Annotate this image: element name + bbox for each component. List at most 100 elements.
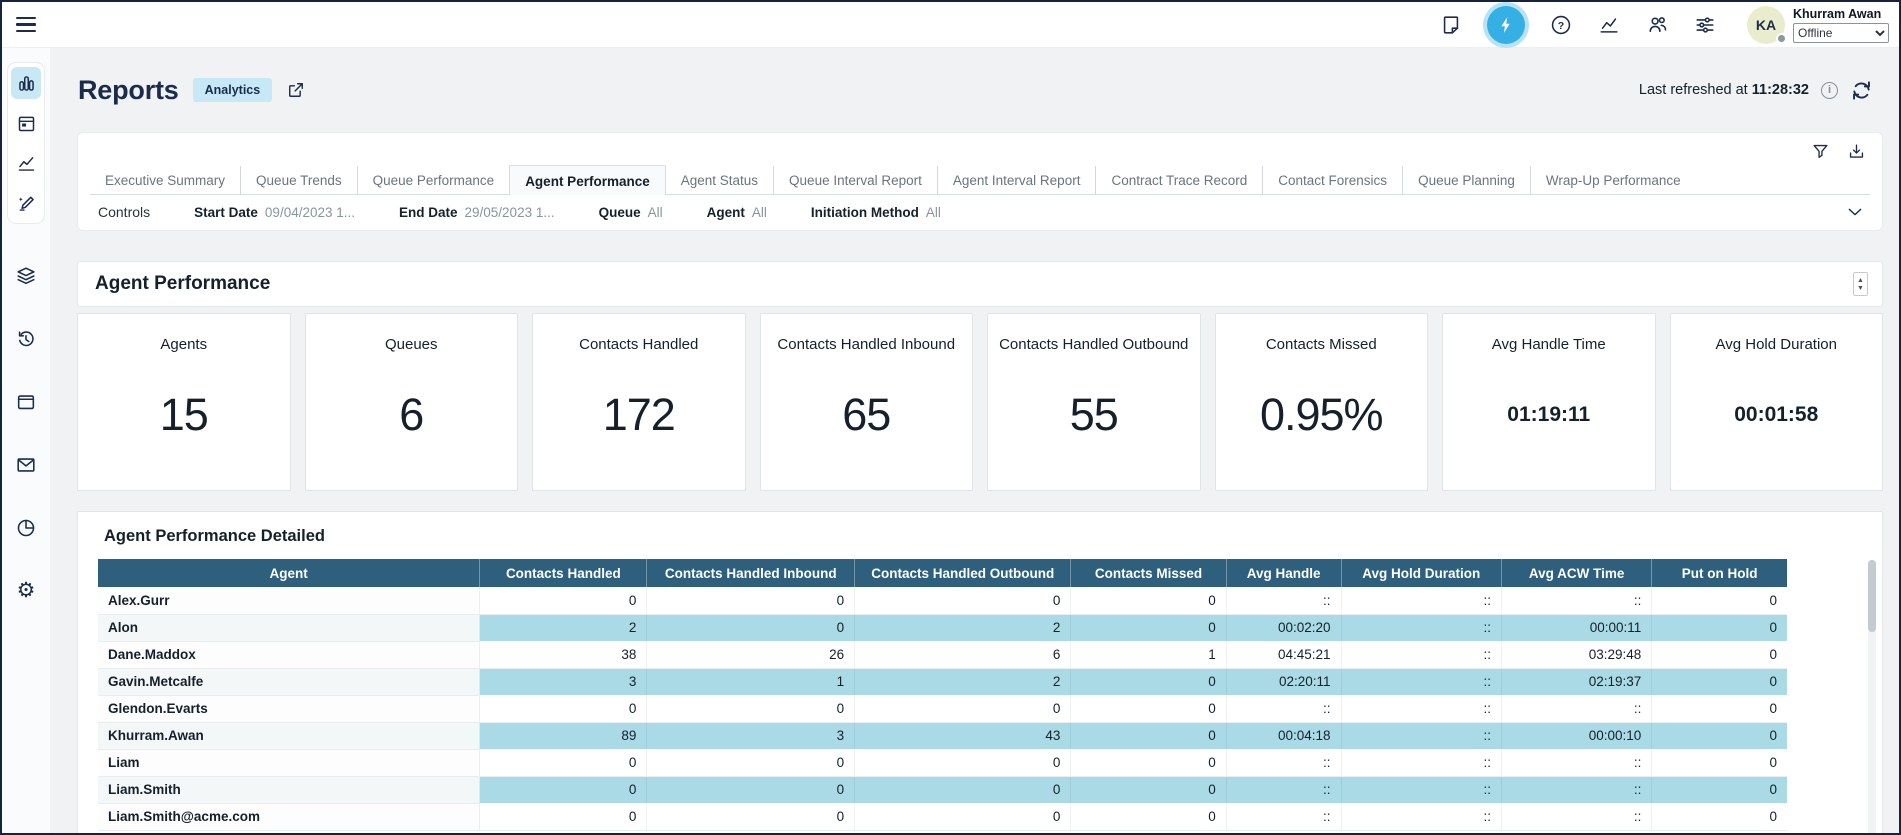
sidebar-item-window-icon[interactable] — [11, 390, 41, 413]
controls-bar: Controls Start Date 09/04/2023 1... End … — [78, 195, 1882, 230]
chevron-down-icon[interactable] — [1846, 203, 1864, 221]
sidebar-item-mail-icon[interactable] — [11, 453, 41, 476]
column-header[interactable]: Avg Handle — [1226, 559, 1341, 587]
value-cell: :: — [1341, 749, 1501, 776]
tab-item[interactable]: Queue Planning — [1402, 166, 1530, 194]
tab-label: Executive Summary — [105, 173, 225, 188]
user-name: Khurram Awan — [1793, 7, 1889, 21]
kpi-card: Contacts Missed 0.95% — [1215, 313, 1429, 491]
sidebar-group — [7, 62, 45, 224]
column-header[interactable]: Contacts Handled Inbound — [647, 559, 855, 587]
tab-item[interactable]: Wrap-Up Performance — [1530, 166, 1696, 194]
value-cell: 04:45:21 — [1226, 641, 1341, 668]
column-header[interactable]: Contacts Missed — [1071, 559, 1226, 587]
column-header[interactable]: Agent — [98, 559, 480, 587]
scrollbar-thumb[interactable] — [1868, 560, 1876, 632]
value-cell: 0 — [1652, 803, 1787, 830]
tab-item[interactable]: Queue Interval Report — [773, 166, 937, 194]
section-title: Agent Performance — [95, 273, 270, 295]
value-cell: :: — [1341, 614, 1501, 641]
value-cell: 0 — [1652, 614, 1787, 641]
sidebar-item-compose-icon[interactable] — [11, 187, 41, 219]
agent-name-cell: Dane.Maddox — [98, 641, 480, 668]
filter-icon[interactable] — [1810, 141, 1830, 161]
value-cell: 00:04:18 — [1226, 722, 1341, 749]
column-header[interactable]: Contacts Handled — [480, 559, 647, 587]
column-header[interactable]: Avg Hold Duration — [1341, 559, 1501, 587]
tab-label: Queue Interval Report — [789, 173, 922, 188]
tab-item[interactable]: Executive Summary — [90, 166, 240, 194]
value-cell: 0 — [855, 587, 1071, 614]
help-icon[interactable]: ? — [1549, 13, 1573, 37]
control-filter[interactable]: Queue All — [599, 205, 663, 220]
tab-label: Agent Status — [681, 173, 758, 188]
download-icon[interactable] — [1846, 141, 1866, 161]
value-cell: 0 — [1071, 722, 1226, 749]
kpi-label: Contacts Handled — [579, 336, 698, 353]
detailed-card: Agent Performance Detailed AgentContacts… — [77, 511, 1883, 835]
value-cell: 43 — [855, 722, 1071, 749]
table-scrollbar[interactable] — [1868, 560, 1876, 835]
sidebar-item-line-chart-icon[interactable] — [11, 147, 41, 179]
table-row: Alon 202000:02:20::00:00:110 — [98, 614, 1787, 641]
sidebar-item-bar-chart-icon[interactable] — [11, 67, 41, 99]
control-filter[interactable]: End Date 29/05/2023 1... — [399, 205, 555, 220]
sidebar-item-history-icon[interactable] — [11, 327, 41, 350]
value-cell: 02:20:11 — [1226, 668, 1341, 695]
table-row: Khurram.Awan 89343000:04:18::00:00:100 — [98, 722, 1787, 749]
hamburger-menu-icon[interactable] — [16, 13, 36, 37]
tab-item[interactable]: Agent Status — [666, 166, 773, 194]
column-header[interactable]: Put on Hold — [1652, 559, 1787, 587]
users-icon[interactable] — [1645, 13, 1669, 37]
value-cell: 02:19:37 — [1502, 668, 1652, 695]
column-header[interactable]: Contacts Handled Outbound — [855, 559, 1071, 587]
tab-label: Contract Trace Record — [1111, 173, 1247, 188]
tab-item[interactable]: Agent Performance — [509, 165, 666, 195]
kpi-label: Contacts Handled Outbound — [999, 336, 1188, 353]
agent-status-select[interactable]: Offline — [1793, 23, 1889, 43]
sidebar-item-pie-chart-icon[interactable] — [11, 516, 41, 539]
control-filter[interactable]: Initiation Method All — [811, 205, 941, 220]
sidebar-item-gear-icon[interactable]: ⚙ — [11, 579, 41, 602]
sidebar-item-layers-icon[interactable] — [11, 264, 41, 287]
value-cell: 0 — [480, 695, 647, 722]
avatar[interactable]: KA — [1747, 6, 1785, 44]
flash-quick-actions-icon[interactable] — [1487, 6, 1525, 44]
metrics-icon[interactable] — [1597, 13, 1621, 37]
value-cell: 6 — [855, 641, 1071, 668]
table-row: Liam 0000::::::0 — [98, 749, 1787, 776]
external-link-icon[interactable] — [286, 80, 306, 100]
tab-label: Contact Forensics — [1278, 173, 1387, 188]
gear-icon: ⚙ — [17, 580, 36, 601]
sliders-icon[interactable] — [1693, 13, 1717, 37]
info-icon[interactable]: i — [1821, 82, 1838, 99]
column-header[interactable]: Avg ACW Time — [1502, 559, 1652, 587]
agent-name-cell: Liam.Smith — [98, 776, 480, 803]
value-cell: :: — [1341, 803, 1501, 830]
value-cell: 0 — [855, 776, 1071, 803]
tab-item[interactable]: Queue Performance — [357, 166, 510, 194]
refresh-icon[interactable] — [1850, 79, 1873, 102]
value-cell: :: — [1502, 587, 1652, 614]
value-cell: :: — [1341, 695, 1501, 722]
tab-item[interactable]: Contact Forensics — [1262, 166, 1402, 194]
agent-name-cell: Alon — [98, 614, 480, 641]
tab-item[interactable]: Queue Trends — [240, 166, 357, 194]
value-cell: 0 — [647, 749, 855, 776]
tab-item[interactable]: Contract Trace Record — [1095, 166, 1262, 194]
control-filter[interactable]: Agent All — [707, 205, 767, 220]
notes-icon[interactable] — [1439, 13, 1463, 37]
detailed-title: Agent Performance Detailed — [104, 527, 1882, 546]
tab-item[interactable]: Agent Interval Report — [937, 166, 1096, 194]
filter-label: Start Date — [194, 205, 258, 220]
stepper-control[interactable]: ▲▼ — [1853, 272, 1868, 296]
value-cell: 89 — [480, 722, 647, 749]
value-cell: 0 — [1071, 587, 1226, 614]
control-filter[interactable]: Start Date 09/04/2023 1... — [194, 205, 355, 220]
sidebar-item-calendar-icon[interactable] — [11, 107, 41, 139]
kpi-value: 65 — [842, 353, 890, 490]
value-cell: 0 — [1652, 722, 1787, 749]
value-cell: :: — [1226, 803, 1341, 830]
top-bar: ? KA Khurram Awan Offline — [2, 2, 1899, 48]
main-content: Reports Analytics Last refreshed at 11:2… — [50, 48, 1899, 835]
